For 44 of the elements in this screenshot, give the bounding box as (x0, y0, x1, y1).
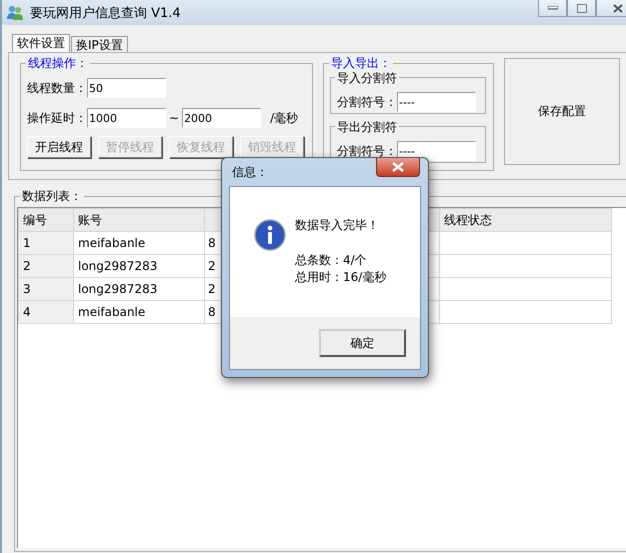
range-separator: ~ (169, 111, 180, 125)
close-icon (613, 4, 623, 12)
table-cell: 4 (18, 300, 74, 324)
input-field[interactable]: 1000 (87, 108, 166, 128)
input-field[interactable]: ---- (397, 141, 476, 161)
table-cell: 1 (18, 232, 74, 254)
minimize-button[interactable] (538, 0, 567, 17)
unit-label: /毫秒 (270, 110, 298, 126)
field-label: 分割符号： (337, 94, 397, 110)
close-button[interactable] (376, 158, 420, 177)
input-field[interactable]: ---- (397, 92, 476, 112)
input-field[interactable]: 50 (87, 78, 166, 98)
group-title: 导入分割符 (335, 70, 399, 87)
table-cell: long2987283 (74, 278, 204, 300)
tab[interactable]: 软件设置 (12, 34, 70, 52)
maximize-button[interactable] (567, 0, 596, 17)
tab[interactable]: 换IP设置 (71, 36, 128, 52)
group-title: 数据列表： (20, 188, 84, 205)
thread-button[interactable]: 开启线程 (27, 136, 91, 158)
maximize-icon (576, 4, 586, 12)
group-title: 线程操作： (26, 55, 90, 72)
field-label: 操作延时： (27, 110, 87, 126)
column-header[interactable]: 线程状态 (440, 208, 612, 232)
column-header[interactable]: 账号 (74, 208, 204, 232)
ok-button[interactable]: 确定 (319, 329, 406, 357)
dialog-message: 数据导入完毕！ (295, 217, 380, 234)
dialog-detail: 总条数：4/个 (295, 252, 368, 269)
save-button[interactable]: 保存配置 (504, 58, 620, 165)
field-label: 分割符号： (337, 142, 397, 160)
table-cell: 2 (18, 254, 74, 278)
window-title: 要玩网用户信息查询 V1.4 (30, 4, 181, 22)
table-cell: long2987283 (74, 254, 204, 278)
input-field[interactable]: 2000 (182, 108, 262, 128)
group-title: 导出分割符 (335, 119, 399, 136)
close-icon (392, 162, 404, 172)
info-icon (254, 219, 286, 251)
table-cell: meifabanle (74, 232, 204, 254)
table-cell: meifabanle (74, 300, 204, 324)
minimize-icon (548, 6, 558, 10)
people-icon (6, 4, 24, 22)
field-label: 线程数量： (27, 80, 87, 96)
table-cell: 3 (18, 278, 74, 300)
column-header[interactable]: 编号 (18, 208, 74, 232)
dialog-title: 信息： (232, 164, 268, 180)
